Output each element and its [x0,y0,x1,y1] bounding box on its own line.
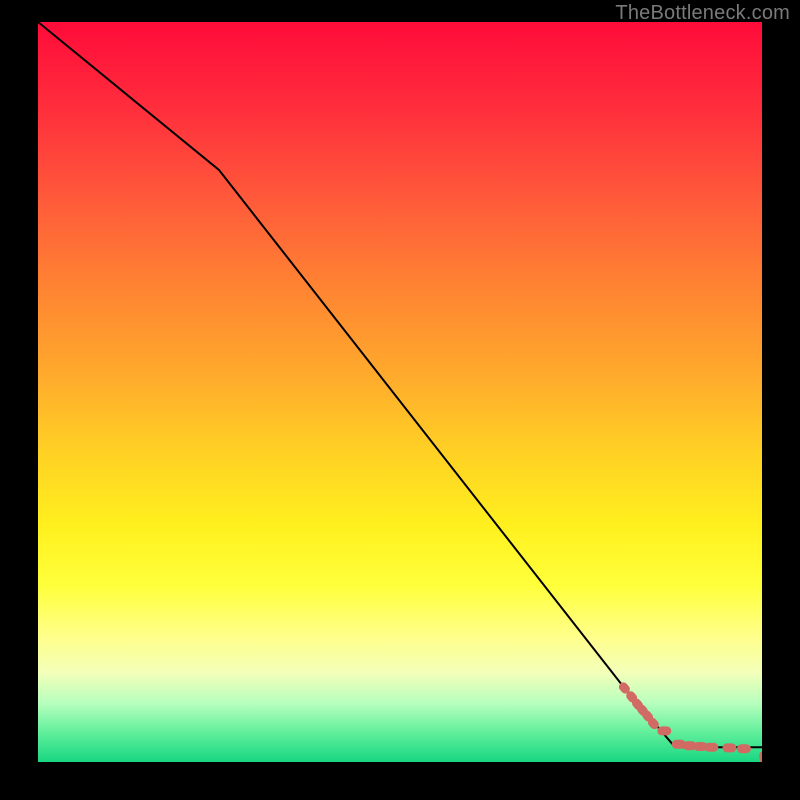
marker-dash [657,726,671,735]
chart-svg [38,22,762,762]
plot-area [38,22,762,762]
markers-group [617,681,762,762]
marker-dash [737,744,751,753]
chart-frame: TheBottleneck.com [0,0,800,800]
marker-dash [704,743,718,752]
curve-line [38,22,762,747]
marker-dash [722,743,736,752]
